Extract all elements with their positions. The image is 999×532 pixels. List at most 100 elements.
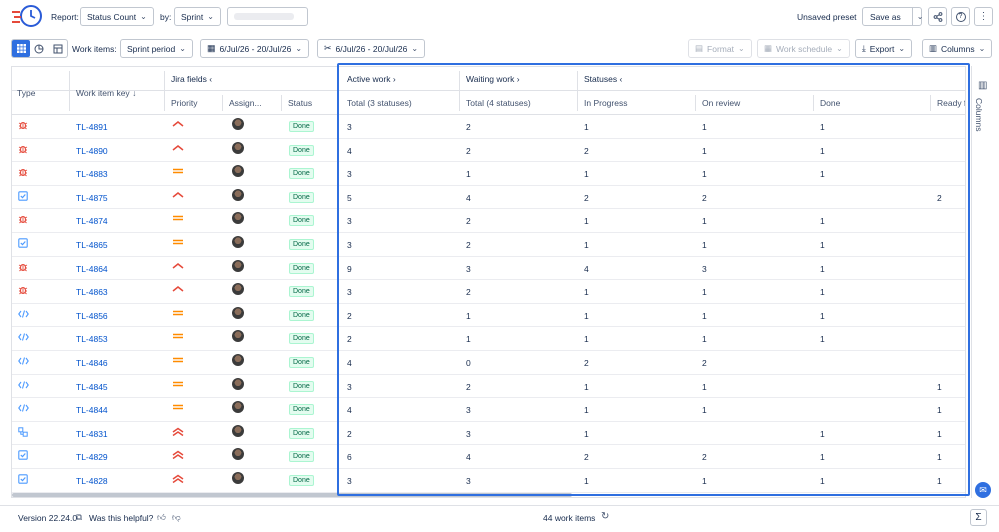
table-row[interactable]: TL-4891 Done 3 2 1 1 1 — [12, 115, 965, 139]
col-status[interactable]: Status — [288, 98, 312, 108]
by-select-value: Sprint — [181, 11, 204, 22]
avatar[interactable] — [232, 165, 244, 178]
table-row[interactable]: TL-4864 Done 9 3 4 3 1 — [12, 257, 965, 281]
share-button[interactable] — [928, 7, 947, 26]
avatar[interactable] — [232, 212, 244, 225]
help-button[interactable]: ? — [951, 7, 970, 26]
col-ready[interactable]: Ready fo — [937, 98, 965, 108]
code-type-icon — [18, 380, 29, 392]
refresh-icon[interactable]: ↻ — [601, 511, 609, 522]
dashboard-view-icon[interactable] — [49, 40, 67, 57]
table-row[interactable]: TL-4845 Done 3 2 1 1 1 — [12, 375, 965, 399]
thumbs-down-icon[interactable]: 👎︎ — [172, 512, 181, 523]
col-priority[interactable]: Priority — [171, 98, 197, 108]
horizontal-scrollbar[interactable] — [12, 493, 572, 497]
external-link-icon[interactable]: ⧉ — [76, 512, 82, 523]
chat-support-icon[interactable]: ✉ — [975, 482, 991, 498]
avatar[interactable] — [232, 448, 244, 461]
col-type[interactable]: Type — [17, 88, 35, 98]
columns-side-panel[interactable]: ▥ Columns ✉ — [971, 66, 993, 498]
chevron-down-icon[interactable]: ⌄ — [911, 8, 928, 25]
avatar[interactable] — [232, 236, 244, 248]
table-row[interactable]: TL-4856 Done 2 1 1 1 1 — [12, 304, 965, 328]
pie-chart-view-icon[interactable] — [30, 40, 48, 57]
group-header-statuses[interactable]: Statuses ‹ — [584, 74, 622, 84]
by-select[interactable]: Sprint ⌄ — [174, 7, 221, 26]
table-row[interactable]: TL-4853 Done 2 1 1 1 1 — [12, 327, 965, 351]
in-progress-cell: 1 — [584, 381, 589, 392]
avatar[interactable] — [232, 118, 244, 130]
work-item-key-link[interactable]: TL-4864 — [76, 264, 108, 274]
priority-high-icon — [172, 285, 184, 295]
work-item-key-link[interactable]: TL-4846 — [76, 358, 108, 368]
group-header-active-work[interactable]: Active work › — [347, 74, 396, 84]
work-item-key-link[interactable]: TL-4863 — [76, 287, 108, 297]
work-item-key-link[interactable]: TL-4883 — [76, 169, 108, 179]
work-item-key-link[interactable]: TL-4828 — [76, 476, 108, 486]
avatar[interactable] — [232, 401, 244, 414]
col-assignee[interactable]: Assign... — [229, 98, 262, 108]
table-row[interactable]: TL-4828 Done 3 3 1 1 1 1 — [12, 469, 965, 493]
format-button[interactable]: ▤ Format ⌄ — [688, 39, 752, 58]
table-row[interactable]: TL-4863 Done 3 2 1 1 1 — [12, 280, 965, 304]
avatar[interactable] — [232, 306, 244, 319]
active-total-cell: 4 — [347, 358, 352, 368]
sum-button[interactable]: Σ — [970, 509, 987, 526]
work-item-key-link[interactable]: TL-4891 — [76, 122, 108, 132]
work-item-key-link[interactable]: TL-4874 — [76, 216, 108, 226]
table-row[interactable]: TL-4829 Done 6 4 2 2 1 1 — [12, 445, 965, 469]
avatar[interactable] — [232, 259, 244, 272]
table-row[interactable]: TL-4831 Done 2 3 1 1 1 — [12, 422, 965, 446]
table-row[interactable]: TL-4844 Done 4 3 1 1 1 — [12, 398, 965, 422]
thumbs-up-icon[interactable]: 👍︎ — [157, 512, 166, 523]
table-row[interactable]: TL-4874 Done 3 2 1 1 1 — [12, 209, 965, 233]
work-item-key-link[interactable]: TL-4890 — [76, 146, 108, 156]
avatar[interactable] — [232, 424, 244, 437]
save-as-button[interactable]: Save as ⌄ — [862, 7, 923, 26]
work-item-key-link[interactable]: TL-4829 — [76, 452, 108, 462]
group-header-waiting-work[interactable]: Waiting work › — [466, 74, 520, 84]
work-item-key-link[interactable]: TL-4844 — [76, 405, 108, 415]
avatar[interactable] — [232, 141, 244, 154]
col-on-review[interactable]: On review — [702, 98, 740, 108]
avatar[interactable] — [232, 472, 244, 484]
avatar[interactable] — [232, 188, 244, 201]
group-header-jira-fields[interactable]: Jira fields ‹ — [171, 74, 212, 84]
status-badge: Done — [289, 121, 314, 132]
work-item-key-link[interactable]: TL-4853 — [76, 334, 108, 344]
columns-button[interactable]: ▥ Columns ⌄ — [922, 39, 993, 58]
avatar[interactable] — [232, 330, 244, 343]
report-select[interactable]: Status Count ⌄ — [80, 7, 154, 26]
table-row[interactable]: TL-4875 Done 5 4 2 2 2 — [12, 186, 965, 210]
on-review-cell: 1 — [702, 145, 707, 156]
table-row[interactable]: TL-4846 Done 4 0 2 2 — [12, 351, 965, 375]
col-work-item-key[interactable]: Work item key ↓ — [76, 88, 136, 98]
col-done[interactable]: Done — [820, 98, 840, 108]
work-item-key-link[interactable]: TL-4856 — [76, 311, 108, 321]
cut-date-range-button[interactable]: ✂ 6/Jul/26 - 20/Jul/26 ⌄ — [317, 39, 426, 58]
grid-view-icon[interactable] — [12, 40, 31, 57]
sprint-filter-input[interactable] — [227, 7, 308, 26]
sprint-date-range-button[interactable]: ▦ 6/Jul/26 - 20/Jul/26 ⌄ — [200, 39, 310, 58]
col-active-total[interactable]: Total (3 statuses) — [347, 98, 412, 108]
active-total-cell: 6 — [347, 452, 352, 463]
more-icon: ⋮ — [978, 10, 989, 22]
table-row[interactable]: TL-4883 Done 3 1 1 1 1 — [12, 162, 965, 186]
done-cell: 1 — [820, 145, 825, 156]
table-row[interactable]: TL-4890 Done 4 2 2 1 1 — [12, 139, 965, 163]
avatar[interactable] — [232, 377, 244, 390]
status-badge: Done — [289, 144, 314, 156]
col-waiting-total[interactable]: Total (4 statuses) — [466, 98, 531, 108]
work-item-key-link[interactable]: TL-4845 — [76, 382, 108, 392]
work-item-key-link[interactable]: TL-4865 — [76, 240, 108, 250]
export-button[interactable]: ⤓ Export ⌄ — [855, 39, 913, 58]
more-button[interactable]: ⋮ — [974, 7, 993, 26]
col-in-progress[interactable]: In Progress — [584, 98, 627, 108]
avatar[interactable] — [232, 283, 244, 296]
work-item-key-link[interactable]: TL-4831 — [76, 429, 108, 439]
work-item-key-link[interactable]: TL-4875 — [76, 193, 108, 203]
avatar[interactable] — [232, 354, 244, 366]
work-items-select[interactable]: Sprint period ⌄ — [120, 39, 193, 58]
table-row[interactable]: TL-4865 Done 3 2 1 1 1 — [12, 233, 965, 257]
work-schedule-button[interactable]: ▦ Work schedule ⌄ — [757, 39, 850, 58]
